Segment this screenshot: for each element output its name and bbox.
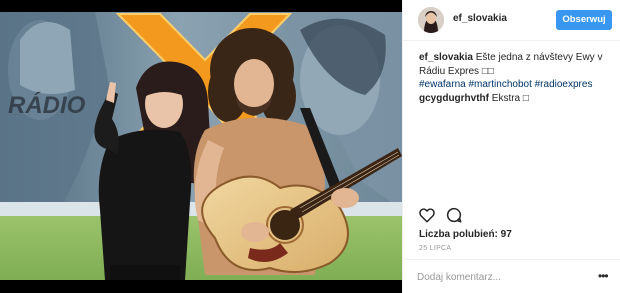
header-username[interactable]: ef_slovakia [453, 13, 507, 24]
post-actions [418, 206, 478, 224]
comment-icon[interactable] [445, 206, 463, 224]
comment-emoji: □ [522, 92, 529, 104]
comment-item: ef_slovakia Ešte jedna z návštevy Ewy v … [419, 51, 615, 92]
heart-icon[interactable] [418, 206, 436, 224]
more-options-icon[interactable]: ••• [598, 270, 612, 282]
add-comment-bar: ••• [403, 259, 620, 293]
post-date: 25 LIPCA [419, 245, 452, 252]
avatar[interactable] [418, 7, 444, 33]
avatar-image [418, 7, 444, 33]
likes-count[interactable]: Liczba polubień: 97 [419, 229, 512, 240]
instagram-post: RÁDIO ef_slovakia Obserwuj ef_slovakia E… [0, 0, 620, 293]
photo-illustration: RÁDIO [0, 0, 402, 293]
comment-username[interactable]: ef_slovakia [419, 52, 473, 63]
post-header: ef_slovakia Obserwuj [403, 0, 620, 41]
post-photo[interactable]: RÁDIO [0, 0, 402, 293]
comment-text: Ekstra [491, 92, 521, 104]
comment-emoji: □□ [481, 65, 494, 77]
comments-list: ef_slovakia Ešte jedna z návštevy Ewy v … [419, 51, 615, 105]
add-comment-input[interactable] [417, 269, 587, 285]
follow-button[interactable]: Obserwuj [556, 10, 612, 30]
comment-item: gcygdugrhvthf Ekstra □ [419, 92, 615, 106]
comment-username[interactable]: gcygdugrhvthf [419, 93, 489, 104]
comment-hashtags[interactable]: #ewafarna #martinchobot #radioexpres [419, 79, 592, 90]
post-side-panel: ef_slovakia Obserwuj ef_slovakia Ešte je… [402, 0, 620, 293]
studio-sign-text: RÁDIO [8, 91, 86, 119]
